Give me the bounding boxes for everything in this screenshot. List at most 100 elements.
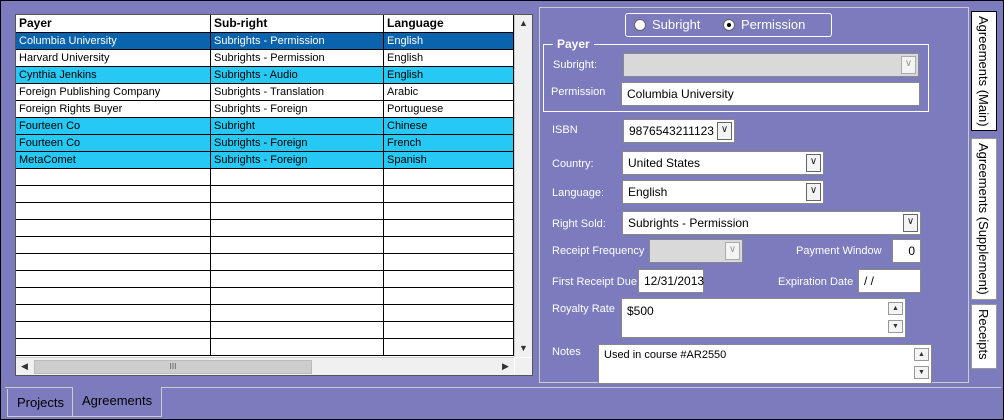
horizontal-scrollbar[interactable]: ◀ III ▶	[16, 357, 514, 375]
payment-window-label: Payment Window	[796, 245, 882, 257]
notes-label: Notes	[552, 346, 581, 358]
language-cell: English	[384, 67, 514, 83]
language-cell	[384, 322, 514, 338]
language-value: English	[628, 185, 668, 199]
royalty-rate-label: Royalty Rate	[552, 303, 615, 315]
subright-radio-icon[interactable]	[634, 18, 646, 31]
scroll-down-icon[interactable]: ▼	[515, 340, 532, 357]
empty-table-row[interactable]	[16, 339, 514, 356]
royalty-scroll-up-icon[interactable]: ▲	[888, 302, 903, 315]
isbn-combo[interactable]: 9876543211123 ∨	[623, 119, 735, 143]
subright-cell	[211, 305, 384, 321]
chevron-down-icon[interactable]: ∨	[903, 214, 918, 232]
empty-table-row[interactable]	[16, 186, 514, 203]
language-combo[interactable]: English ∨	[622, 180, 824, 204]
column-header-subright[interactable]: Sub-right	[211, 15, 384, 32]
empty-table-row[interactable]	[16, 203, 514, 220]
subright-cell	[211, 237, 384, 253]
chevron-down-icon[interactable]: ∨	[717, 122, 732, 140]
vertical-scrollbar[interactable]: ▲ ▼	[514, 15, 532, 357]
subright-cell	[211, 322, 384, 338]
chevron-down-icon[interactable]: ∨	[901, 56, 916, 74]
payer-subright-combo[interactable]: ∨	[623, 53, 919, 77]
table-row[interactable]: Fourteen Co Subright Chinese	[16, 118, 514, 135]
right-sold-value: Subrights - Permission	[628, 216, 749, 230]
scroll-left-icon[interactable]: ◀	[16, 358, 33, 375]
first-receipt-due-field[interactable]: 12/31/2013	[638, 269, 704, 293]
table-row[interactable]: Harvard University Subrights - Permission…	[16, 50, 514, 67]
column-header-language[interactable]: Language	[384, 15, 514, 32]
scroll-thumb[interactable]: III	[34, 360, 312, 374]
payer-cell	[16, 254, 211, 270]
subright-cell: Subrights - Translation	[211, 84, 384, 100]
scroll-right-icon[interactable]: ▶	[497, 358, 514, 375]
language-cell	[384, 186, 514, 202]
payer-cell	[16, 322, 211, 338]
empty-table-row[interactable]	[16, 254, 514, 271]
payer-permission-label: Permission	[551, 86, 606, 98]
grid-header: Payer Sub-right Language	[16, 15, 514, 33]
payer-subright-label: Subright:	[553, 59, 598, 71]
subright-cell	[211, 169, 384, 185]
empty-table-row[interactable]	[16, 220, 514, 237]
subright-cell: Subrights - Permission	[211, 50, 384, 66]
tab-receipts[interactable]: Receipts	[971, 304, 997, 369]
tab-agreements-main[interactable]: Agreements (Main)	[971, 11, 997, 131]
tab-agreements[interactable]: Agreements	[72, 387, 163, 417]
subright-cell	[211, 288, 384, 304]
chevron-down-icon[interactable]: ∨	[806, 154, 821, 172]
table-row[interactable]: Fourteen Co Subrights - Foreign French	[16, 135, 514, 152]
royalty-scroll-down-icon[interactable]: ▼	[888, 320, 903, 333]
subright-radio[interactable]: Subright	[634, 18, 700, 32]
language-cell: English	[384, 33, 514, 49]
table-row[interactable]: Foreign Rights Buyer Subrights - Foreign P…	[16, 101, 514, 118]
empty-table-row[interactable]	[16, 169, 514, 186]
notes-field[interactable]: Used in course #AR2550 ▲ ▼	[598, 344, 932, 384]
empty-table-row[interactable]	[16, 305, 514, 322]
notes-value: Used in course #AR2550	[604, 349, 727, 361]
agreements-grid[interactable]: Payer Sub-right Language Columbia Univer…	[15, 14, 533, 376]
table-row[interactable]: Columbia University Subrights - Permissio…	[16, 33, 514, 50]
royalty-rate-field[interactable]: $500 ▲ ▼	[621, 298, 906, 338]
notes-scroll-up-icon[interactable]: ▲	[914, 348, 929, 361]
scroll-up-icon[interactable]: ▲	[515, 15, 532, 32]
empty-table-row[interactable]	[16, 288, 514, 305]
permission-radio-icon[interactable]	[723, 18, 735, 31]
expiration-date-field[interactable]: / /	[858, 269, 921, 293]
table-row[interactable]: Foreign Publishing Company Subrights - Tr…	[16, 84, 514, 101]
language-cell: French	[384, 135, 514, 151]
empty-table-row[interactable]	[16, 271, 514, 288]
payer-cell: Columbia University	[16, 33, 211, 49]
subright-cell	[211, 220, 384, 236]
language-cell	[384, 305, 514, 321]
payer-cell	[16, 169, 211, 185]
table-row[interactable]: MetaComet Subrights - Foreign Spanish	[16, 152, 514, 169]
permission-radio[interactable]: Permission	[723, 18, 805, 32]
language-cell	[384, 254, 514, 270]
right-sold-combo[interactable]: Subrights - Permission ∨	[622, 211, 921, 235]
empty-table-row[interactable]	[16, 237, 514, 254]
tab-agreements-supplement[interactable]: Agreements (Supplement)	[971, 138, 997, 300]
language-cell: English	[384, 50, 514, 66]
language-label: Language:	[552, 187, 604, 199]
bottom-tab-bar: Projects Agreements	[5, 387, 1001, 418]
column-header-payer[interactable]: Payer	[16, 15, 211, 32]
notes-scroll-down-icon[interactable]: ▼	[914, 366, 929, 379]
subright-cell: Subrights - Audio	[211, 67, 384, 83]
subright-cell	[211, 186, 384, 202]
payment-window-field[interactable]: 0	[892, 239, 921, 263]
subright-cell: Subright	[211, 118, 384, 134]
tab-projects[interactable]: Projects	[7, 389, 74, 417]
table-row[interactable]: Cynthia Jenkins Subrights - Audio English	[16, 67, 514, 84]
empty-table-row[interactable]	[16, 322, 514, 339]
chevron-down-icon[interactable]: ∨	[725, 242, 740, 260]
expiration-date-label: Expiration Date	[778, 276, 854, 288]
payer-cell: Foreign Rights Buyer	[16, 101, 211, 117]
receipt-frequency-combo[interactable]: ∨	[649, 239, 743, 263]
payer-permission-field[interactable]: Columbia University	[621, 82, 920, 106]
permission-radio-label: Permission	[741, 17, 806, 32]
payer-cell: Cynthia Jenkins	[16, 67, 211, 83]
country-combo[interactable]: United States ∨	[622, 151, 824, 175]
chevron-down-icon[interactable]: ∨	[806, 183, 821, 201]
language-cell: Chinese	[384, 118, 514, 134]
